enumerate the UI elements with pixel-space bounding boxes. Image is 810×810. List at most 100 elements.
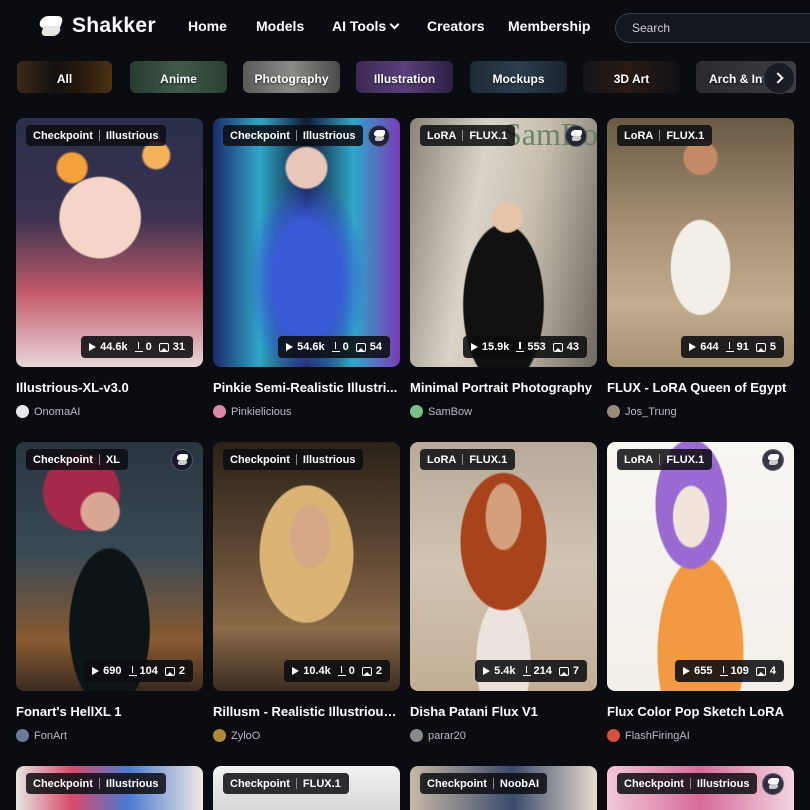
model-tags: Checkpoint XL (26, 449, 128, 470)
images-count: 2 (375, 665, 382, 677)
card-thumbnail[interactable]: Checkpoint Illustrious 44.6k 0 31 (16, 118, 203, 367)
image-icon (158, 342, 169, 352)
shakker-logo[interactable]: Shakker (38, 14, 156, 38)
shakker-logo-icon (38, 14, 66, 38)
avatar (16, 729, 29, 742)
card-author[interactable]: parar20 (410, 729, 466, 742)
model-card[interactable]: LoRA FLUX.1 5.4k 214 7 Disha Patani Flux … (410, 442, 597, 742)
category-3d-art[interactable]: 3D Art (583, 61, 680, 93)
views-count: 54.6k (297, 341, 325, 353)
card-title[interactable]: Illustrious-XL-v3.0 (16, 380, 203, 395)
model-tags: Checkpoint Illustrious (26, 773, 167, 794)
category-next-button[interactable] (763, 62, 795, 94)
category-anime[interactable]: Anime (130, 61, 227, 93)
play-icon (292, 667, 300, 675)
image-icon (755, 342, 766, 352)
image-icon (164, 666, 175, 676)
avatar (410, 729, 423, 742)
model-card[interactable]: Checkpoint Illustrious (16, 766, 203, 810)
card-thumbnail[interactable]: Checkpoint FLUX.1 (213, 766, 400, 810)
card-thumbnail[interactable]: Checkpoint Illustrious 10.4k 0 2 (213, 442, 400, 691)
play-icon (470, 343, 478, 351)
shakker-badge-icon (171, 449, 193, 471)
card-stats: 5.4k 214 7 (475, 660, 587, 682)
model-card[interactable]: Checkpoint Illustrious (607, 766, 794, 810)
category-mockups[interactable]: Mockups (470, 61, 567, 93)
author-name: Jos_Trung (625, 405, 677, 418)
model-tags: LoRA FLUX.1 (617, 449, 713, 470)
image-icon (361, 666, 372, 676)
search-input[interactable] (632, 21, 810, 35)
card-author[interactable]: ZyloO (213, 729, 260, 742)
model-card[interactable]: LoRA FLUX.1 644 91 5 FLUX - LoRA Queen of… (607, 118, 794, 418)
model-card[interactable]: Checkpoint Illustrious 44.6k 0 31 Illustr… (16, 118, 203, 418)
card-stats: 44.6k 0 31 (81, 336, 193, 358)
card-author[interactable]: OnomaAI (16, 405, 80, 418)
images-count: 54 (369, 341, 382, 353)
nav-home[interactable]: Home (188, 18, 227, 34)
nav-ai-tools[interactable]: AI Tools (332, 18, 400, 34)
views-count: 10.4k (303, 665, 331, 677)
card-thumbnail[interactable]: Checkpoint Illustrious (607, 766, 794, 810)
nav-membership[interactable]: Membership (508, 18, 590, 34)
nav-creators[interactable]: Creators (427, 18, 485, 34)
model-card[interactable]: Checkpoint NoobAI (410, 766, 597, 810)
card-author[interactable]: SamBow (410, 405, 472, 418)
shakker-badge-icon (565, 125, 587, 147)
card-title[interactable]: Minimal Portrait Photography (410, 380, 597, 395)
model-card[interactable]: Checkpoint FLUX.1 (213, 766, 400, 810)
download-icon (337, 666, 346, 676)
downloads-count: 553 (527, 341, 546, 353)
model-card[interactable]: Checkpoint XL 690 104 2 Fonart's HellXL 1… (16, 442, 203, 742)
card-title[interactable]: Flux Color Pop Sketch LoRA (607, 704, 794, 719)
downloads-count: 104 (139, 665, 158, 677)
card-thumbnail[interactable]: SamBow LoRAFLUX.1 15.9k 553 43 (410, 118, 597, 367)
card-title[interactable]: Rillusm - Realistic Illustrious... (213, 704, 400, 719)
base-model-tag: XL (105, 453, 120, 466)
play-icon (483, 667, 491, 675)
download-icon (128, 666, 137, 676)
model-tags: Checkpoint Illustrious (223, 125, 364, 146)
category-all[interactable]: All (17, 61, 112, 93)
views-count: 15.9k (481, 341, 510, 353)
download-icon (516, 342, 525, 352)
card-title[interactable]: Disha Patani Flux V1 (410, 704, 597, 719)
card-thumbnail[interactable]: Checkpoint Illustrious (16, 766, 203, 810)
model-card[interactable]: Checkpoint Illustrious 10.4k 0 2 Rillusm … (213, 442, 400, 742)
images-count: 7 (572, 665, 579, 677)
category-illustration[interactable]: Illustration (356, 61, 453, 93)
model-card[interactable]: LoRA FLUX.1 655 109 4 Flux Color Pop Sket… (607, 442, 794, 742)
model-type-tag: Checkpoint (230, 129, 290, 142)
model-card[interactable]: SamBow LoRA FLUX.1 15.9k 553 43 Minimal P… (410, 118, 597, 418)
card-stats: 15.9k 553 43 (462, 336, 587, 358)
card-title[interactable]: Fonart's HellXL 1 (16, 704, 203, 719)
card-author[interactable]: FlashFiringAI (607, 729, 690, 742)
card-thumbnail[interactable]: Checkpoint Illustrious 54.6k 0 54 (213, 118, 400, 367)
card-thumbnail[interactable]: LoRA FLUX.1 644 91 5 (607, 118, 794, 367)
card-author[interactable]: Jos_Trung (607, 405, 677, 418)
card-author[interactable]: FonArt (16, 729, 67, 742)
card-title[interactable]: FLUX - LoRA Queen of Egypt (607, 380, 794, 395)
author-name: FonArt (34, 729, 68, 742)
base-model-tag: FLUX.1 (666, 129, 705, 142)
image-icon (355, 342, 366, 352)
card-thumbnail[interactable]: LoRA FLUX.1 5.4k 214 7 (410, 442, 597, 691)
shakker-badge-icon (762, 773, 784, 795)
category-photography[interactable]: Photography (243, 61, 340, 93)
views-count: 644 (700, 341, 719, 353)
search-box[interactable] (615, 13, 810, 43)
shakker-badge-icon (368, 125, 390, 147)
nav-models[interactable]: Models (256, 18, 304, 34)
base-model-tag: Illustrious (696, 777, 750, 790)
card-title[interactable]: Pinkie Semi-Realistic Illustri... (213, 380, 400, 395)
avatar (16, 405, 29, 418)
model-type-tag: LoRA (624, 129, 654, 142)
card-thumbnail[interactable]: Checkpoint XL 690 104 2 (16, 442, 203, 691)
card-thumbnail[interactable]: Checkpoint NoobAI (410, 766, 597, 810)
model-card[interactable]: Checkpoint Illustrious 54.6k 0 54 Pinkie … (213, 118, 400, 418)
card-author[interactable]: Pinkielicious (213, 405, 292, 418)
base-model-tag: Illustrious (105, 777, 159, 790)
downloads-count: 0 (342, 341, 349, 353)
card-thumbnail[interactable]: LoRA FLUX.1 655 109 4 (607, 442, 794, 691)
downloads-count: 91 (736, 341, 749, 353)
